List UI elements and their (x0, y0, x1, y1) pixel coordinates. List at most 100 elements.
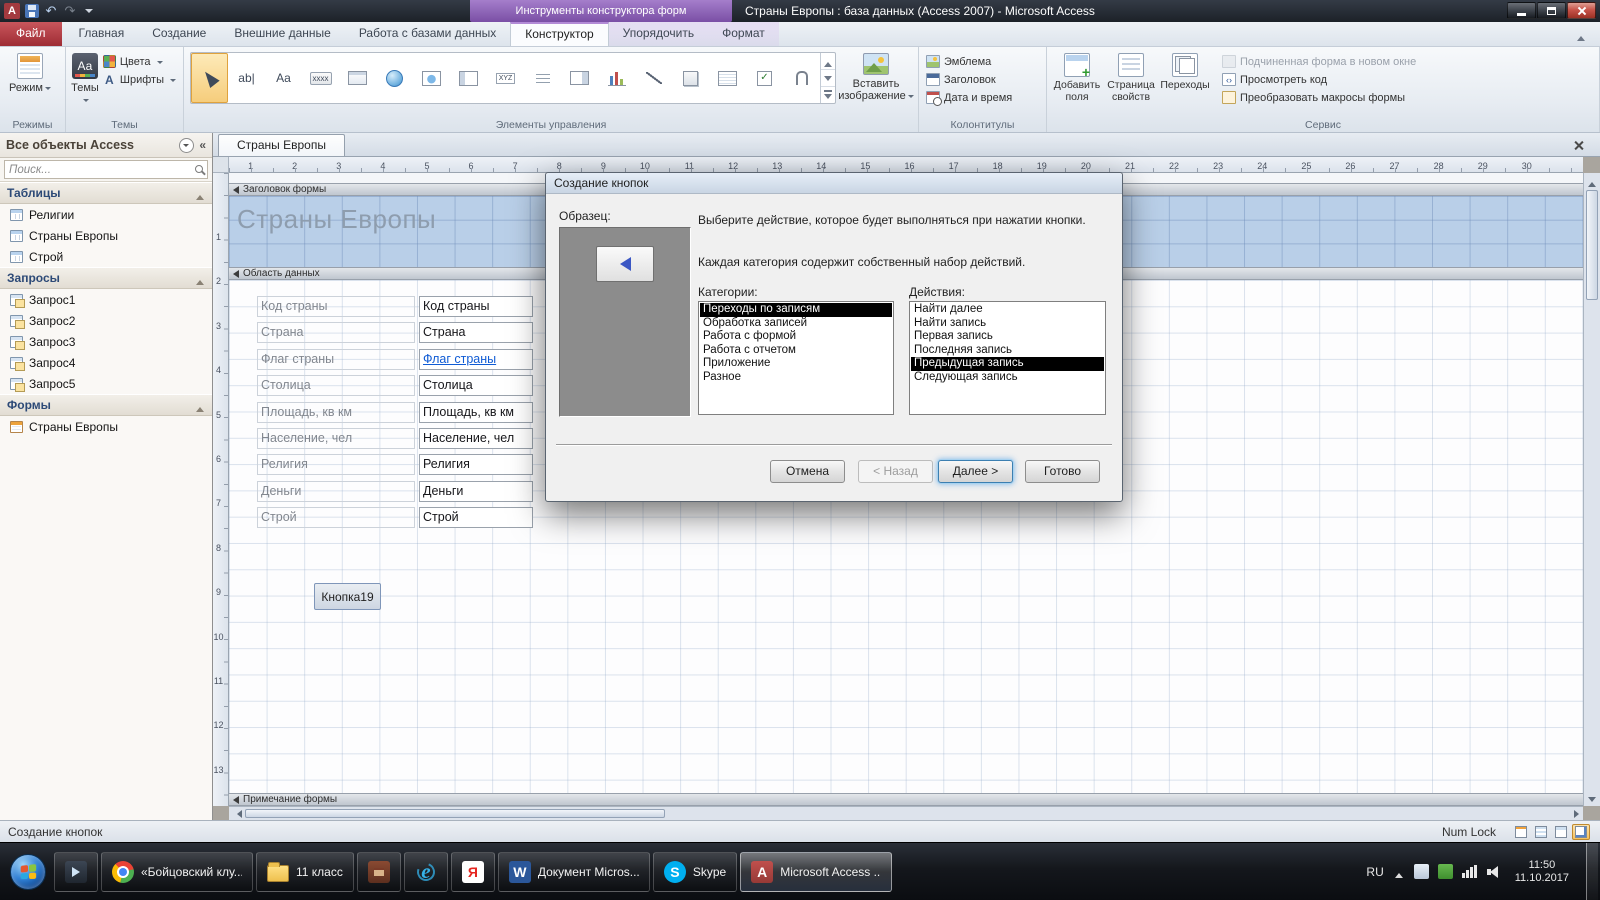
nav-item[interactable]: Запрос1 (0, 289, 212, 310)
volume-icon[interactable] (1486, 865, 1502, 878)
insert-image-button[interactable]: Вставить изображение (838, 50, 914, 116)
search-icon[interactable] (195, 165, 203, 173)
save-icon[interactable] (25, 4, 39, 18)
nav-section-header[interactable]: Запросы (0, 267, 212, 289)
nav-item[interactable]: Страны Европы (0, 416, 212, 437)
field-textbox[interactable]: Религия (419, 454, 533, 476)
list-item[interactable]: Найти запись (911, 317, 1104, 331)
taskbar-item[interactable]: Microsoft Access ... (740, 851, 893, 892)
list-item[interactable]: Найти далее (911, 303, 1104, 317)
horizontal-scrollbar[interactable] (229, 806, 1583, 820)
taskbar-item[interactable] (54, 851, 98, 892)
minimize-ribbon-icon[interactable] (1574, 30, 1588, 41)
line-control-icon[interactable] (635, 53, 672, 103)
close-button[interactable] (1567, 2, 1596, 19)
show-hidden-icons-icon[interactable] (1393, 867, 1405, 878)
field-textbox[interactable]: Страна (419, 322, 533, 344)
label-control-icon[interactable]: Aa (265, 53, 302, 103)
ribbon-tab[interactable]: Главная (65, 22, 139, 46)
nav-item[interactable]: Запрос4 (0, 352, 212, 373)
form-view-button[interactable] (1512, 824, 1530, 840)
list-item[interactable]: Разное (700, 371, 892, 385)
taskbar-item[interactable] (403, 851, 448, 892)
attachment-control-icon[interactable] (783, 53, 820, 103)
list-box-control-icon[interactable] (709, 53, 746, 103)
undo-icon[interactable] (44, 3, 58, 19)
ribbon-tab[interactable]: Работа с базами данных (345, 22, 510, 46)
nav-section-header[interactable]: Формы (0, 394, 212, 416)
taskbar-item[interactable]: Документ Micros... (497, 851, 650, 892)
page-break-control-icon[interactable] (524, 53, 561, 103)
text-box-control-icon[interactable]: ab| (228, 53, 265, 103)
vertical-scrollbar[interactable] (1583, 173, 1600, 806)
button-control-icon[interactable]: xxxx (302, 53, 339, 103)
datasheet-view-button[interactable] (1532, 824, 1550, 840)
list-item[interactable]: Следующая запись (911, 371, 1104, 385)
dialog-titlebar[interactable]: Создание кнопок (546, 173, 1122, 194)
list-item[interactable]: Первая запись (911, 330, 1104, 344)
vertical-ruler[interactable]: 1 2 3 4 5 6 7 8 9 10 11 12 13 (213, 173, 229, 806)
gallery-scroll-down-icon[interactable] (821, 70, 835, 87)
field-textbox[interactable]: Площадь, кв км (419, 401, 533, 423)
check-box-control-icon[interactable] (746, 53, 783, 103)
field-label[interactable]: Деньги (257, 480, 415, 502)
scroll-right-icon[interactable] (1568, 807, 1583, 820)
nav-item[interactable]: Запрос5 (0, 373, 212, 394)
list-item[interactable]: Приложение (700, 357, 892, 371)
scroll-down-icon[interactable] (1584, 791, 1600, 806)
nav-item[interactable]: Религии (0, 204, 212, 225)
command-button[interactable]: Кнопка19 (314, 583, 381, 610)
minimize-button[interactable] (1507, 2, 1536, 19)
field-label[interactable]: Религия (257, 454, 415, 476)
field-textbox[interactable]: Население, чел (419, 428, 533, 449)
ribbon-tab[interactable]: Конструктор (510, 22, 609, 46)
list-item[interactable]: Работа с формой (700, 330, 892, 344)
field-textbox[interactable]: Деньги (419, 480, 533, 502)
list-item[interactable]: Последняя запись (911, 344, 1104, 358)
tools-button[interactable]: Страница свойств (1105, 50, 1157, 116)
horizontal-ruler[interactable]: 1 2 3 4 5 6 7 8 9 10 11 12 13 14 15 16 17 18 19 20 21 22 23 24 2… (229, 157, 1583, 173)
field-label[interactable]: Площадь, кв км (257, 401, 415, 423)
colors-button[interactable]: Цвета (100, 54, 179, 69)
tray-icon[interactable] (1437, 864, 1453, 879)
clock[interactable]: 11:50 11.10.2017 (1511, 859, 1573, 885)
nav-item[interactable]: Страны Европы (0, 225, 212, 246)
maximize-button[interactable] (1537, 2, 1566, 19)
ribbon-tab[interactable]: Создание (138, 22, 220, 46)
list-item[interactable]: Обработка записей (700, 317, 892, 331)
header-footer-button[interactable]: Эмблема (923, 54, 1042, 69)
list-item[interactable]: Работа с отчетом (700, 344, 892, 358)
ribbon-tab[interactable]: Упорядочить (608, 22, 709, 46)
qat-customize-icon[interactable] (82, 3, 96, 19)
nav-collapse-icon[interactable] (199, 138, 206, 152)
tools-small-button[interactable]: Просмотреть код (1219, 72, 1419, 87)
nav-item[interactable]: Запрос2 (0, 310, 212, 331)
field-textbox[interactable]: Флаг страны (419, 348, 533, 370)
tools-small-button[interactable]: Преобразовать макросы формы (1219, 90, 1419, 105)
redo-icon[interactable] (63, 3, 77, 19)
tools-button[interactable]: Переходы (1159, 50, 1211, 116)
categories-list[interactable]: Переходы по записям Обработка записей Рабо… (698, 301, 894, 415)
taskbar-item[interactable]: «Бойцовский клу... (101, 851, 253, 892)
select-tool-icon[interactable] (191, 53, 228, 103)
field-textbox[interactable]: Строй (419, 507, 533, 529)
field-label[interactable]: Страна (257, 322, 415, 344)
dialog-button[interactable]: Далее > (938, 460, 1013, 483)
taskbar-item[interactable] (356, 851, 401, 892)
actions-list[interactable]: Найти далее Найти запись Первая запись Посл… (909, 301, 1106, 415)
ribbon-tab[interactable]: Внешние данные (220, 22, 345, 46)
nav-pane-header[interactable]: Все объекты Access (0, 133, 212, 158)
navigation-control-icon[interactable] (450, 53, 487, 103)
field-label[interactable]: Население, чел (257, 428, 415, 449)
start-button[interactable] (10, 853, 46, 890)
document-tab[interactable]: Страны Европы (218, 134, 345, 156)
language-indicator[interactable]: RU (1366, 865, 1383, 879)
tray-icon[interactable] (1413, 864, 1429, 879)
network-icon[interactable] (1461, 865, 1478, 878)
chart-control-icon[interactable] (598, 53, 635, 103)
taskbar-item[interactable] (450, 851, 495, 892)
dialog-button[interactable]: Готово (1025, 460, 1100, 483)
ribbon-tab[interactable]: Формат (708, 22, 779, 46)
close-document-icon[interactable] (1573, 140, 1584, 151)
list-item[interactable]: Предыдущая запись (911, 357, 1104, 371)
